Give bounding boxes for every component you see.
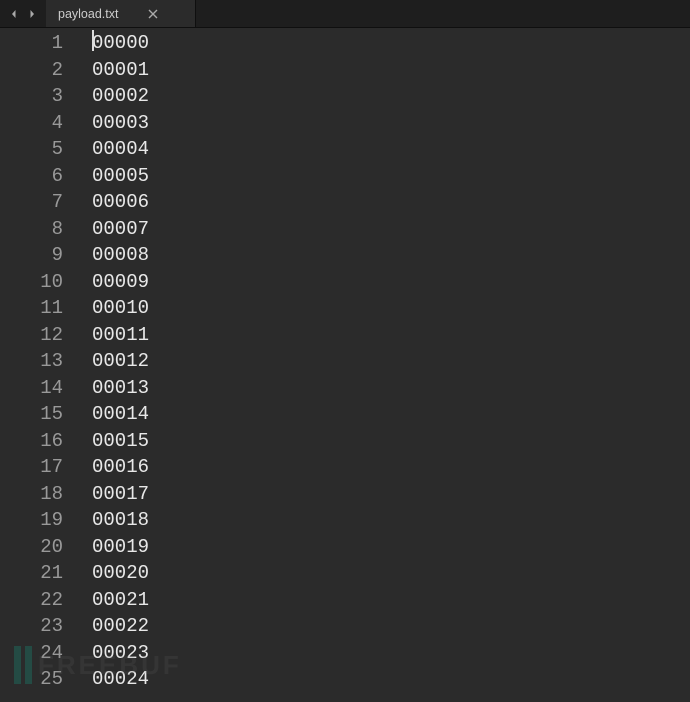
code-line[interactable]: 00018 <box>92 507 690 534</box>
line-number: 11 <box>0 295 63 322</box>
line-number: 10 <box>0 269 63 296</box>
code-line[interactable]: 00007 <box>92 216 690 243</box>
code-line[interactable]: 00009 <box>92 269 690 296</box>
line-number: 23 <box>0 613 63 640</box>
line-text: 00006 <box>92 191 149 213</box>
line-number: 3 <box>0 83 63 110</box>
line-text: 00002 <box>92 85 149 107</box>
file-tab[interactable]: payload.txt <box>46 0 196 27</box>
code-line[interactable]: 00004 <box>92 136 690 163</box>
watermark: FREEBUF <box>14 646 182 684</box>
line-text: 00004 <box>92 138 149 160</box>
line-text: 00007 <box>92 218 149 240</box>
code-line[interactable]: 00016 <box>92 454 690 481</box>
editor-area[interactable]: 1234567891011121314151617181920212223242… <box>0 28 690 702</box>
line-number: 6 <box>0 163 63 190</box>
line-number: 14 <box>0 375 63 402</box>
line-text: 00017 <box>92 483 149 505</box>
code-line[interactable]: 00008 <box>92 242 690 269</box>
line-text: 00019 <box>92 536 149 558</box>
line-text: 00010 <box>92 297 149 319</box>
line-number: 13 <box>0 348 63 375</box>
watermark-text: FREEBUF <box>38 650 182 681</box>
code-line[interactable]: 00020 <box>92 560 690 587</box>
line-number: 17 <box>0 454 63 481</box>
line-text: 00020 <box>92 562 149 584</box>
code-line[interactable]: 00019 <box>92 534 690 561</box>
line-number: 1 <box>0 30 63 57</box>
watermark-bars-icon <box>14 646 32 684</box>
code-line[interactable]: 00002 <box>92 83 690 110</box>
text-cursor <box>92 30 94 51</box>
code-line[interactable]: 00021 <box>92 587 690 614</box>
code-line[interactable]: 00005 <box>92 163 690 190</box>
code-line[interactable]: 00011 <box>92 322 690 349</box>
tab-bar: payload.txt <box>0 0 690 28</box>
line-text: 00013 <box>92 377 149 399</box>
line-number: 9 <box>0 242 63 269</box>
line-text: 00021 <box>92 589 149 611</box>
line-number: 21 <box>0 560 63 587</box>
line-number: 16 <box>0 428 63 455</box>
line-number: 5 <box>0 136 63 163</box>
line-number: 18 <box>0 481 63 508</box>
line-text: 00015 <box>92 430 149 452</box>
tab-title: payload.txt <box>58 7 118 21</box>
line-number: 2 <box>0 57 63 84</box>
line-text: 00011 <box>92 324 149 346</box>
tab-next-icon[interactable] <box>24 6 40 22</box>
line-number: 22 <box>0 587 63 614</box>
code-line[interactable]: 00003 <box>92 110 690 137</box>
line-number: 19 <box>0 507 63 534</box>
code-line[interactable]: 00012 <box>92 348 690 375</box>
line-text: 00008 <box>92 244 149 266</box>
line-number: 15 <box>0 401 63 428</box>
line-text: 00012 <box>92 350 149 372</box>
line-number: 7 <box>0 189 63 216</box>
line-text: 00003 <box>92 112 149 134</box>
code-line[interactable]: 00010 <box>92 295 690 322</box>
tab-nav-arrows <box>0 0 46 27</box>
editor-content[interactable]: 00000 00001 00002 00003 00004 00005 00006 00007… <box>81 28 690 702</box>
code-line[interactable]: 00013 <box>92 375 690 402</box>
line-text: 00014 <box>92 403 149 425</box>
line-text: 00005 <box>92 165 149 187</box>
code-line[interactable]: 00001 <box>92 57 690 84</box>
line-number: 4 <box>0 110 63 137</box>
line-number-gutter: 1234567891011121314151617181920212223242… <box>0 28 81 702</box>
line-number: 8 <box>0 216 63 243</box>
code-line[interactable]: 00017 <box>92 481 690 508</box>
line-text: 00022 <box>92 615 149 637</box>
tab-prev-icon[interactable] <box>6 6 22 22</box>
close-icon[interactable] <box>146 7 160 21</box>
code-line[interactable]: 00014 <box>92 401 690 428</box>
line-text: 00009 <box>92 271 149 293</box>
line-number: 20 <box>0 534 63 561</box>
code-line[interactable]: 00015 <box>92 428 690 455</box>
line-text: 00018 <box>92 509 149 531</box>
line-text: 00000 <box>92 32 149 54</box>
code-line[interactable]: 00000 <box>92 30 690 57</box>
line-number: 12 <box>0 322 63 349</box>
code-line[interactable]: 00006 <box>92 189 690 216</box>
code-line[interactable]: 00022 <box>92 613 690 640</box>
line-text: 00001 <box>92 59 149 81</box>
line-text: 00016 <box>92 456 149 478</box>
